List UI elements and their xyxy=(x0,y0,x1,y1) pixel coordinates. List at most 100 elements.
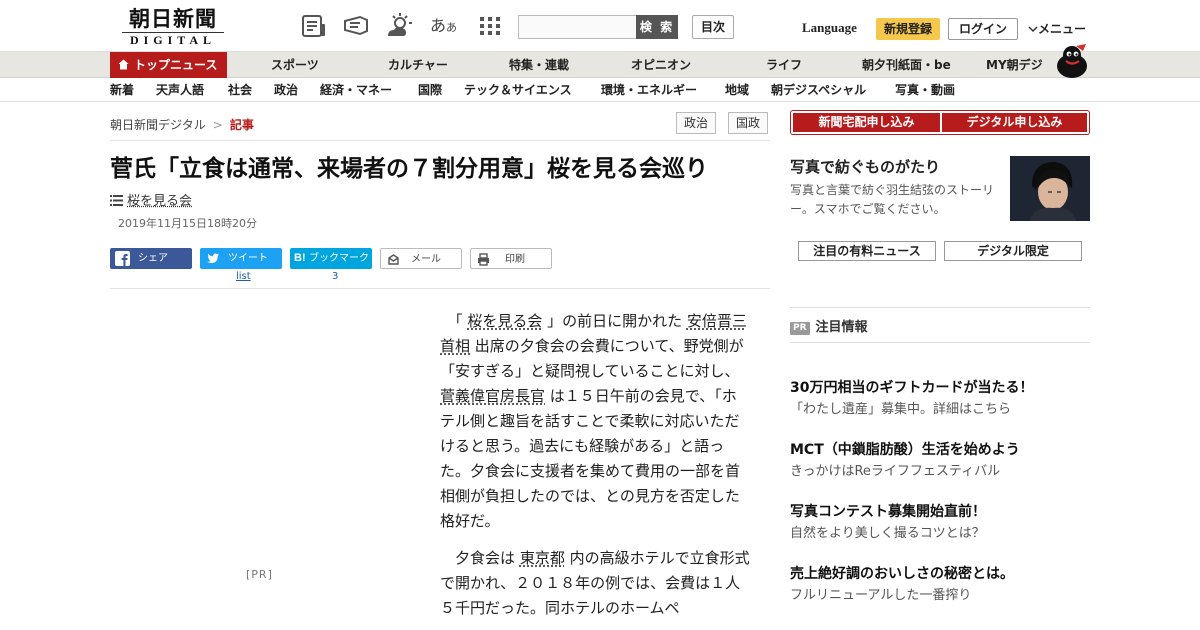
promo-description: 「わたし遺産」募集中。詳細はこちら xyxy=(790,400,1090,420)
subscription-box: 新聞宅配申し込み デジタル申し込み xyxy=(790,110,1090,135)
subnav-special[interactable]: 朝デジスペシャル xyxy=(771,78,866,102)
premium-news-button[interactable]: 注目の有料ニュース xyxy=(798,241,936,261)
mail-share-label: メール xyxy=(411,249,441,270)
site-logo[interactable]: 朝日新聞 DIGITAL xyxy=(116,6,230,48)
article-paragraph: 「 桜を見る会 」の前日に開かれた 安倍晋三首相 出席の夕食会の会費について、野… xyxy=(440,309,750,534)
register-button[interactable]: 新規登録 xyxy=(876,18,940,40)
hatena-bookmark-button[interactable]: B! ブックマーク xyxy=(290,248,372,269)
chevron-down-icon xyxy=(1028,25,1038,33)
divider xyxy=(790,307,1090,308)
breadcrumb: 朝日新聞デジタル > 記事 xyxy=(110,116,254,133)
facebook-share-button[interactable]: シェア xyxy=(110,248,192,269)
article-body: 「 桜を見る会 」の前日に開かれた 安倍晋三首相 出席の夕食会の会費について、野… xyxy=(440,309,750,630)
article-headline: 菅氏「立食は通常、来場者の７割分用意」桜を見る会巡り xyxy=(110,153,780,185)
nav-my-asadigi[interactable]: MY朝デジ xyxy=(986,52,1043,78)
sub-nav: 新着 天声人語 社会 政治 経済・マネー 国際 テック＆サイエンス 環境・エネル… xyxy=(0,78,1200,102)
breadcrumb-home[interactable]: 朝日新聞デジタル xyxy=(110,118,206,132)
language-link[interactable]: Language xyxy=(802,20,857,36)
nav-features[interactable]: 特集・連載 xyxy=(509,52,569,78)
grid-menu-icon[interactable] xyxy=(476,12,504,40)
divider xyxy=(790,342,1090,343)
tag-politics[interactable]: 政治 xyxy=(676,112,716,134)
twitter-share-label: ツイート xyxy=(228,248,268,269)
subnav-tech-science[interactable]: テック＆サイエンス xyxy=(464,78,572,102)
topic-label: 桜を見る会 xyxy=(127,194,192,209)
nav-paper[interactable]: 朝夕刊紙面・be xyxy=(862,52,951,78)
site-header: 朝日新聞 DIGITAL ああ 検 索 目次 Language 新規登録 ログイ… xyxy=(0,0,1200,52)
logo-kanji: 朝日新聞 xyxy=(116,6,230,32)
article-paragraph: 夕食会は 東京都 内の高級ホテルで立食形式で開かれ、２０１８年の例では、会費は１… xyxy=(440,546,750,621)
hatena-icon: B! xyxy=(294,251,308,266)
print-button[interactable]: 印刷 xyxy=(470,248,552,269)
nav-sports[interactable]: スポーツ xyxy=(271,52,319,78)
menu-button[interactable]: メニュー xyxy=(1028,20,1086,37)
promo-item[interactable]: 写真コンテスト募集開始直前！ 自然をより美しく撮るコツとは？ xyxy=(790,502,1090,544)
breadcrumb-separator: > xyxy=(213,118,223,132)
pr-ad-label: [PR] xyxy=(246,568,273,581)
nav-culture[interactable]: カルチャー xyxy=(388,52,448,78)
promo-description: フルリニューアルした一番搾り xyxy=(790,586,1090,606)
hatena-bookmark-count[interactable]: 3 xyxy=(332,271,338,282)
weather-icon[interactable] xyxy=(385,12,413,40)
feature-title[interactable]: 写真で紡ぐものがたり xyxy=(790,156,940,177)
nav-opinion[interactable]: オピニオン xyxy=(631,52,691,78)
digital-subscribe-button[interactable]: デジタル申し込み xyxy=(942,113,1087,132)
promo-title: MCT（中鎖脂肪酸）生活を始めよう xyxy=(790,440,1090,460)
promo-title: 写真コンテスト募集開始直前！ xyxy=(790,502,1090,522)
search-button[interactable]: 検 索 xyxy=(636,15,678,39)
breadcrumb-current: 記事 xyxy=(230,118,254,132)
feature-photo[interactable] xyxy=(1010,156,1090,221)
login-button[interactable]: ログイン xyxy=(948,18,1018,40)
pr-badge: PR xyxy=(790,322,810,335)
promo-description: 自然をより美しく撮るコツとは？ xyxy=(790,524,1090,544)
category-nav: トップニュース スポーツ カルチャー 特集・連載 オピニオン ライフ 朝夕刊紙面… xyxy=(0,52,1200,78)
hatena-bookmark-label: ブックマーク xyxy=(309,248,369,269)
logo-latin: DIGITAL xyxy=(122,32,224,47)
promo-item[interactable]: MCT（中鎖脂肪酸）生活を始めよう きっかけはReライフフェスティバル xyxy=(790,440,1090,482)
twitter-share-button[interactable]: ツイート xyxy=(200,248,282,269)
subnav-politics[interactable]: 政治 xyxy=(274,78,298,102)
newspaper-subscribe-button[interactable]: 新聞宅配申し込み xyxy=(793,113,940,132)
subnav-environment[interactable]: 環境・エネルギー xyxy=(601,78,697,102)
home-icon xyxy=(118,59,129,70)
subnav-latest[interactable]: 新着 xyxy=(110,78,134,102)
twitter-icon xyxy=(205,251,220,266)
promo-title: 30万円相当のギフトカードが当たる！ xyxy=(790,378,1090,398)
promo-item[interactable]: 30万円相当のギフトカードが当たる！ 「わたし遺産」募集中。詳細はこちら xyxy=(790,378,1090,420)
digital-exclusive-button[interactable]: デジタル限定 xyxy=(944,241,1082,261)
font-size-icon[interactable]: ああ xyxy=(430,12,458,40)
subnav-photo-video[interactable]: 写真・動画 xyxy=(895,78,955,102)
megaphone-icon[interactable] xyxy=(342,12,370,40)
subnav-region[interactable]: 地域 xyxy=(725,78,749,102)
print-label: 印刷 xyxy=(505,249,525,270)
article-date: 2019年11月15日18時20分 xyxy=(118,215,257,231)
promo-description: きっかけはReライフフェスティバル xyxy=(790,462,1090,482)
mail-icon xyxy=(386,252,401,267)
newspaper-icon[interactable] xyxy=(300,12,328,40)
feature-description: 写真と言葉で紡ぐ羽生結弦のストーリー。スマホでご覧ください。 xyxy=(790,181,1002,219)
keyword-link[interactable]: 東京都 xyxy=(520,549,565,567)
divider xyxy=(110,288,770,289)
mail-share-button[interactable]: メール xyxy=(380,248,462,269)
mascot-icon xyxy=(1052,44,1092,78)
menu-label: メニュー xyxy=(1038,22,1086,36)
nav-top-news[interactable]: トップニュース xyxy=(110,52,227,78)
facebook-share-label: シェア xyxy=(138,248,168,269)
subnav-economy[interactable]: 経済・マネー xyxy=(320,78,392,102)
search-input[interactable] xyxy=(518,15,638,39)
promo-title: 売上絶好調のおいしさの秘密とは。 xyxy=(790,564,1090,584)
nav-life[interactable]: ライフ xyxy=(766,52,802,78)
pr-section-heading: PR 注目情報 xyxy=(790,316,868,335)
subnav-tenseijingo[interactable]: 天声人語 xyxy=(156,78,204,102)
promo-item[interactable]: 売上絶好調のおいしさの秘密とは。 フルリニューアルした一番搾り xyxy=(790,564,1090,606)
print-icon xyxy=(476,252,491,267)
keyword-link[interactable]: 菅義偉官房長官 xyxy=(440,387,545,405)
twitter-share-count[interactable]: list xyxy=(236,271,251,282)
tag-national-politics[interactable]: 国政 xyxy=(728,112,768,134)
toc-button[interactable]: 目次 xyxy=(692,15,734,39)
subnav-society[interactable]: 社会 xyxy=(228,78,252,102)
list-icon xyxy=(110,195,123,206)
subnav-international[interactable]: 国際 xyxy=(418,78,442,102)
topic-link[interactable]: 桜を見る会 xyxy=(110,190,192,209)
keyword-link[interactable]: 桜を見る会 xyxy=(467,312,542,330)
